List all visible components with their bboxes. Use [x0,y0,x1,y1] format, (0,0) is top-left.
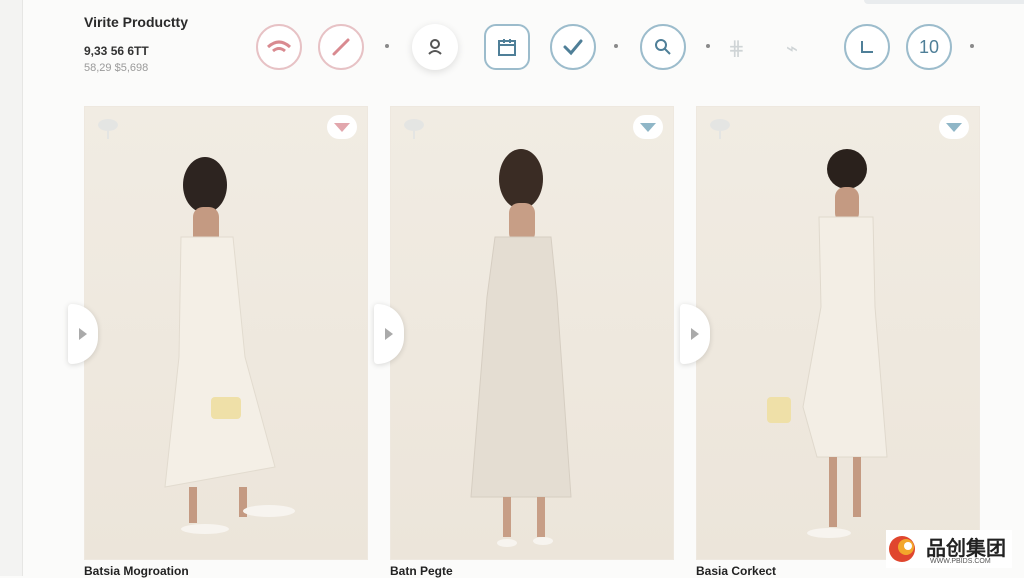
model-figure [470,149,572,547]
favorite-button[interactable] [327,115,357,139]
product-card[interactable] [84,106,368,560]
subprice-text: 58,29 $5,698 [84,62,149,74]
price-text: 9,33 56 6TT [84,44,149,58]
calendar-icon [498,39,516,56]
grid-icon[interactable]: ⋕ [728,36,745,61]
heart-icon [334,123,350,132]
product-photo [697,107,979,559]
watermark-subtext: WWW.PBIDS.COM [930,558,991,565]
chevron-right-icon [79,328,87,340]
favorite-button[interactable] [633,115,663,139]
corner-icon [861,41,873,53]
separator-dot [706,44,710,48]
product-header: Virite Productty 9,33 56 6TT 58,29 $5,69… [84,14,188,74]
user-icon [428,39,442,55]
separator-dot [385,44,389,48]
product-card[interactable] [696,106,980,560]
calendar-button[interactable] [484,24,530,70]
weather-icon [95,115,121,141]
top-right-panel-edge [864,0,1024,4]
edit-button[interactable] [318,24,364,70]
watermark-logo: 品创集团 WWW.PBIDS.COM [886,530,1012,568]
chevron-right-icon [691,328,699,340]
search-button[interactable] [640,24,686,70]
page-title: Virite Productty [84,14,188,30]
toolbar: ⋕ ⌁ 10 [250,22,990,78]
count-button[interactable]: 10 [906,24,952,70]
layout-button[interactable] [844,24,890,70]
heart-icon [946,123,962,132]
wifi-button[interactable] [256,24,302,70]
product-photo [391,107,673,559]
model-figure [164,157,295,534]
favorite-button[interactable] [939,115,969,139]
check-icon [563,39,583,56]
wifi-icon [266,40,292,53]
watermark-text: 品创集团 [926,538,1006,560]
brand-logo-icon [889,536,915,562]
search-icon [655,39,671,55]
separator-dot [970,44,974,48]
pencil-icon [332,38,350,56]
left-rail [0,0,23,576]
model-figure [767,149,888,538]
heart-icon [640,123,656,132]
weather-icon [401,115,427,141]
link-icon[interactable]: ⌁ [786,36,798,61]
weather-icon [707,115,733,141]
product-card[interactable] [390,106,674,560]
count-label: 10 [918,36,940,57]
confirm-button[interactable] [550,24,596,70]
chevron-right-icon [385,328,393,340]
product-photo [85,107,367,559]
user-button[interactable] [412,24,458,70]
separator-dot [614,44,618,48]
